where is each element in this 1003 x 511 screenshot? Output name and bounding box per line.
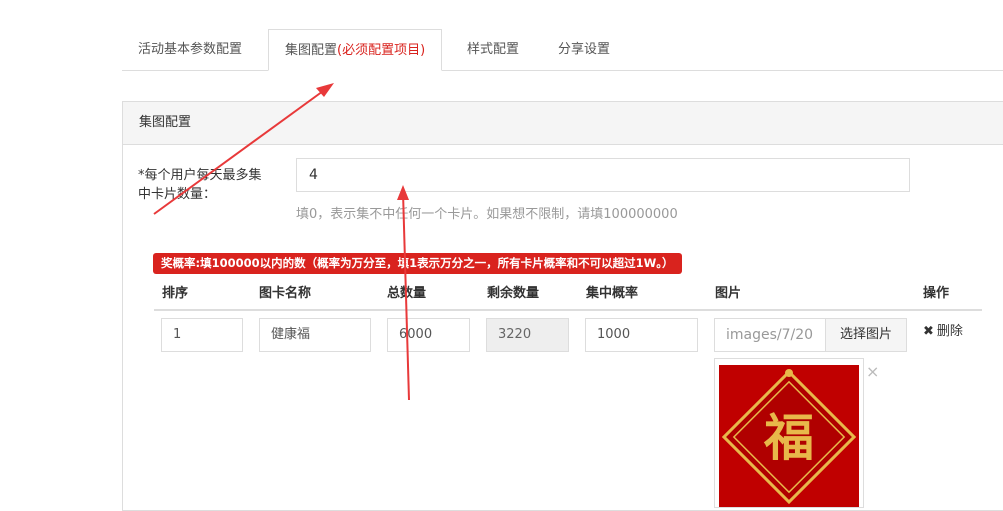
annotation-arrow xyxy=(153,85,331,215)
annotation-arrowhead xyxy=(397,185,409,200)
annotation-arrow xyxy=(402,191,410,401)
annotation-arrows xyxy=(153,83,410,401)
